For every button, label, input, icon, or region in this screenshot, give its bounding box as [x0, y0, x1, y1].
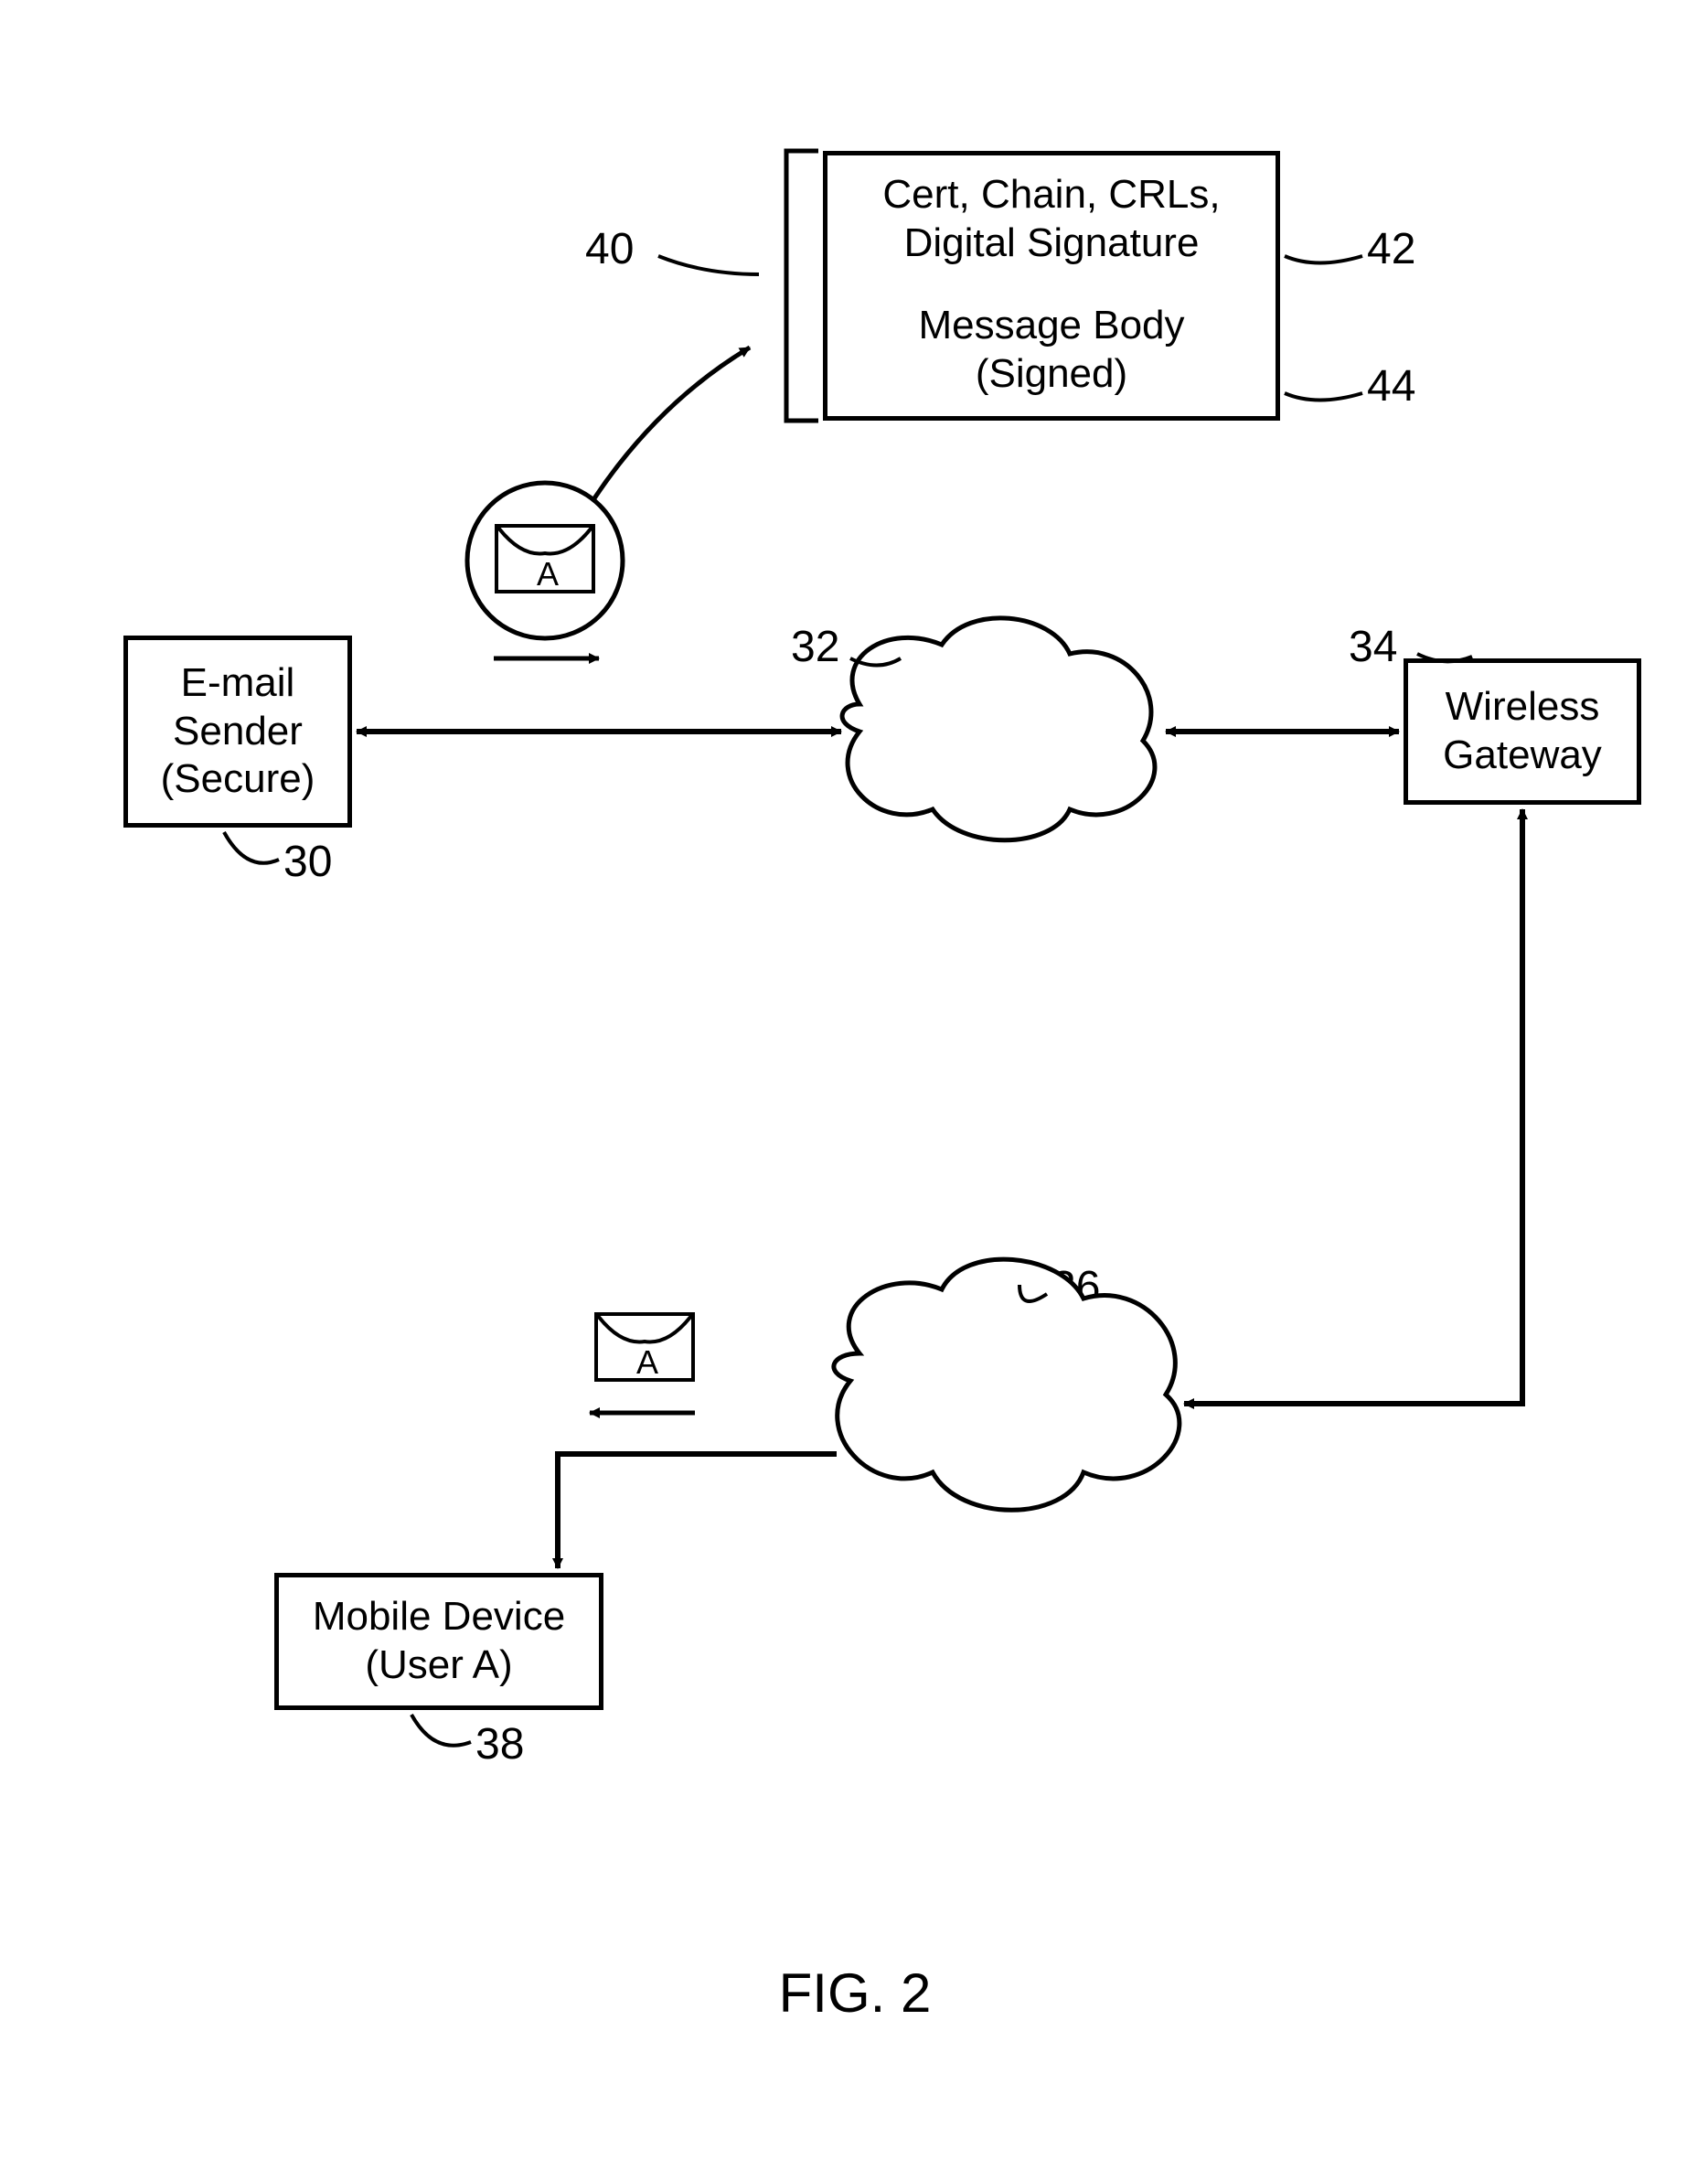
md-line2: (User A) — [365, 1642, 512, 1687]
wan-label: WAN — [951, 709, 1048, 758]
ref-30: 30 — [283, 837, 332, 887]
wn-line1: Wireless — [921, 1363, 1082, 1410]
callout-envelope-to-bracket — [594, 347, 750, 498]
ref-40: 40 — [585, 224, 634, 274]
email-sender-line1: E-mail — [181, 660, 295, 705]
envelope-icon-bottom: A — [594, 1312, 695, 1382]
wn-line2: Network — [924, 1411, 1079, 1459]
msg-body-box: Message Body (Signed) — [823, 283, 1280, 421]
envelope-icon-top: A — [495, 524, 595, 593]
ref-36: 36 — [1051, 1262, 1100, 1312]
ref-44: 44 — [1367, 361, 1415, 412]
msg-header-box: Cert, Chain, CRLs, Digital Signature — [823, 151, 1280, 288]
msg-body-line2: (Signed) — [976, 351, 1127, 396]
email-sender-line2: Sender — [173, 709, 303, 754]
email-sender-line3: (Secure) — [161, 756, 315, 801]
wg-line2: Gateway — [1443, 732, 1602, 777]
envelope-letter-bottom: A — [636, 1343, 658, 1382]
envelope-letter-top: A — [537, 555, 559, 593]
mobile-device-box: Mobile Device (User A) — [274, 1573, 603, 1710]
msg-header-line2: Digital Signature — [904, 220, 1200, 265]
ref-38: 38 — [475, 1719, 524, 1769]
ref-34: 34 — [1349, 622, 1397, 672]
msg-header-line1: Cert, Chain, CRLs, — [882, 172, 1220, 217]
msg-body-line1: Message Body — [918, 303, 1184, 347]
wireless-gateway-box: Wireless Gateway — [1404, 658, 1641, 805]
md-line1: Mobile Device — [313, 1594, 565, 1639]
wireless-network-label: Wireless Network — [887, 1363, 1116, 1459]
email-sender-box: E-mail Sender (Secure) — [123, 636, 352, 828]
link-wireless-mobile — [558, 1454, 837, 1568]
figure-caption: FIG. 2 — [750, 1962, 960, 2025]
ref-42: 42 — [1367, 224, 1415, 274]
message-bracket — [786, 151, 818, 421]
link-gateway-wireless — [1184, 809, 1522, 1404]
wg-line1: Wireless — [1446, 684, 1600, 729]
ref-32: 32 — [791, 622, 839, 672]
